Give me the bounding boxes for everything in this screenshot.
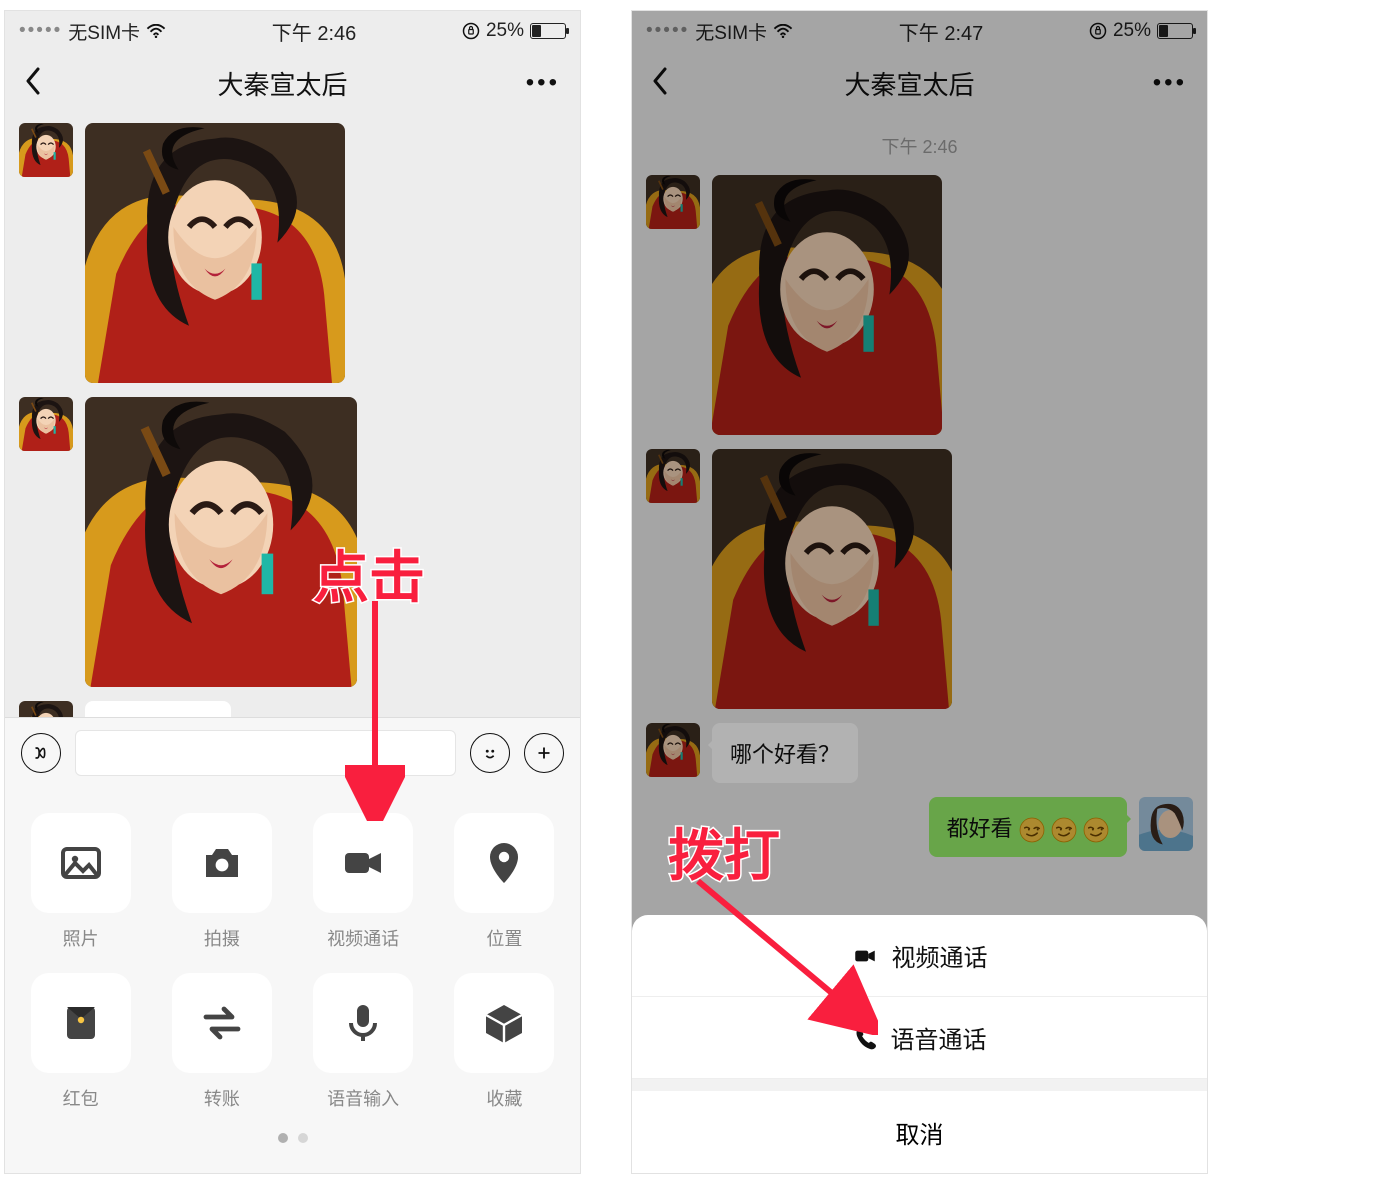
status-bar: ••••• 无SIM卡 下午 2:46 25% — [5, 11, 580, 51]
navigation-bar: 大秦宣太后 ••• — [5, 51, 580, 115]
tool-label: 收藏 — [486, 1085, 522, 1111]
tool-voice-input[interactable]: 语音输入 — [306, 973, 421, 1111]
battery-icon — [530, 23, 566, 39]
orientation-lock-icon — [462, 22, 480, 40]
phone-icon — [853, 1026, 877, 1050]
camera-icon — [198, 839, 246, 887]
carrier-label: 无SIM卡 — [68, 18, 140, 45]
tool-favorite[interactable]: 收藏 — [447, 973, 562, 1111]
tool-video-call[interactable]: 视频通话 — [306, 813, 421, 951]
avatar[interactable] — [19, 397, 73, 451]
message-image-1 — [19, 123, 566, 383]
sheet-item-label: 视频通话 — [892, 938, 988, 973]
back-button[interactable] — [25, 67, 45, 100]
sheet-separator — [632, 1079, 1207, 1091]
tool-label: 转账 — [204, 1085, 240, 1111]
microphone-icon — [339, 999, 387, 1047]
phone-left: ••••• 无SIM卡 下午 2:46 25% 大秦宣太后 ••• — [4, 10, 581, 1174]
tool-panel: 照片 拍摄 视频通话 位置 红包 转账 — [5, 787, 580, 1173]
red-packet-icon — [57, 999, 105, 1047]
sheet-cancel-label: 取消 — [896, 1115, 944, 1150]
tool-red-packet[interactable]: 红包 — [23, 973, 138, 1111]
signal-dots-icon: ••••• — [19, 20, 62, 42]
sheet-cancel[interactable]: 取消 — [632, 1091, 1207, 1173]
tool-label: 视频通话 — [327, 925, 399, 951]
chat-input-bar — [5, 717, 580, 787]
call-action-sheet: 视频通话 语音通话 取消 — [632, 915, 1207, 1173]
favorite-icon — [480, 999, 528, 1047]
photo-icon — [57, 839, 105, 887]
page-indicator — [23, 1133, 562, 1143]
image-bubble[interactable] — [85, 397, 357, 687]
tool-label: 拍摄 — [204, 925, 240, 951]
chat-title: 大秦宣太后 — [45, 65, 520, 102]
transfer-icon — [198, 999, 246, 1047]
phone-right: ••••• 无SIM卡 下午 2:47 25% 大秦宣太后 ••• — [631, 10, 1208, 1174]
sheet-item-label: 语音通话 — [891, 1020, 987, 1055]
video-icon — [852, 943, 878, 969]
avatar[interactable] — [19, 701, 73, 717]
sheet-voice-call[interactable]: 语音通话 — [632, 997, 1207, 1079]
image-bubble[interactable] — [85, 123, 345, 383]
tool-photo[interactable]: 照片 — [23, 813, 138, 951]
message-image-2 — [19, 397, 566, 687]
sheet-video-call[interactable]: 视频通话 — [632, 915, 1207, 997]
avatar[interactable] — [19, 123, 73, 177]
status-time: 下午 2:46 — [272, 17, 356, 46]
wifi-icon — [146, 24, 166, 38]
emoji-button[interactable] — [470, 733, 510, 773]
tool-camera[interactable]: 拍摄 — [164, 813, 279, 951]
tool-label: 照片 — [63, 925, 99, 951]
tool-label: 红包 — [63, 1085, 99, 1111]
message-text-1: 哪个好看？ — [19, 701, 566, 717]
chat-area[interactable]: 哪个好看？ — [5, 115, 580, 717]
voice-toggle-button[interactable] — [21, 733, 61, 773]
message-input[interactable] — [75, 730, 456, 776]
tool-transfer[interactable]: 转账 — [164, 973, 279, 1111]
tool-label: 位置 — [486, 925, 522, 951]
more-button[interactable]: ••• — [520, 69, 560, 97]
battery-percent: 25% — [486, 20, 524, 42]
location-icon — [480, 839, 528, 887]
tool-location[interactable]: 位置 — [447, 813, 562, 951]
video-icon — [339, 839, 387, 887]
tool-label: 语音输入 — [327, 1085, 399, 1111]
text-bubble[interactable]: 哪个好看？ — [85, 701, 231, 717]
more-tools-button[interactable] — [524, 733, 564, 773]
